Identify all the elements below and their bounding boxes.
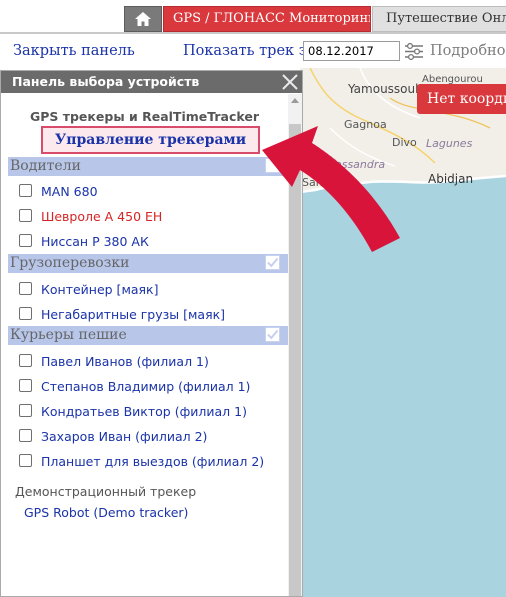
device-selection-panel: Панель выбора устройств GPS трекеры и Re… [0,70,303,597]
device-item[interactable]: MAN 680 [19,183,98,203]
category-couriers[interactable]: Курьеры пешие [8,326,288,345]
manage-trackers-button[interactable]: Управление трекерами [41,126,260,154]
device-label[interactable]: Ниссан Р 380 АК [41,234,149,249]
category-label: Водители [10,158,81,174]
device-checkbox[interactable] [19,209,32,222]
tab-gps-monitoring[interactable]: GPS / ГЛОНАСС Мониторинг [163,6,371,32]
device-checkbox[interactable] [19,354,32,367]
top-navigation: GPS / ГЛОНАСС Мониторинг Путешествие Онл… [0,0,506,34]
device-item[interactable]: Степанов Владимир (филиал 1) [19,378,250,398]
show-track-label: Показать трек за [183,43,316,59]
tab-travel-online[interactable]: Путешествие Онлай [372,6,506,32]
device-item[interactable]: Контейнер [маяк] [19,281,158,301]
checkbox-checked-icon[interactable] [265,255,280,270]
map-label-abidjan: Abidjan [428,172,474,186]
device-label[interactable]: Контейнер [маяк] [41,282,158,297]
device-label[interactable]: Захаров Иван (филиал 2) [41,429,207,444]
category-label: Грузоперевозки [10,255,130,271]
track-date-input[interactable] [303,41,400,61]
checkbox-checked-icon[interactable] [265,327,280,342]
device-checkbox[interactable] [19,404,32,417]
device-item[interactable]: Шевроле А 450 ЕН [19,208,162,228]
scroll-thumb[interactable] [289,124,301,596]
map-label-lagunes: Lagunes [426,137,473,150]
scroll-up-arrow-icon[interactable] [288,94,302,108]
checkbox-checked-icon[interactable] [265,158,280,173]
demo-tracker-link[interactable]: GPS Robot (Demo tracker) [24,505,188,520]
details-link[interactable]: Подробно [430,43,505,59]
group-title: GPS трекеры и RealTimeTracker [29,109,260,124]
device-item[interactable]: Павел Иванов (филиал 1) [19,353,209,373]
map-label-gagnoa: Gagnoa [344,118,387,131]
panel-header: Панель выбора устройств [1,71,302,93]
device-label[interactable]: Степанов Владимир (филиал 1) [41,379,250,394]
category-drivers[interactable]: Водители [8,157,288,176]
home-icon [135,12,151,26]
nav-divider [0,32,506,34]
map-label-divo: Divo [392,136,417,149]
device-label[interactable]: Кондратьев Виктор (филиал 1) [41,404,247,419]
category-label: Курьеры пешие [10,327,127,343]
panel-title: Панель выбора устройств [12,74,200,89]
map-label-bas-sassandra: Bas-Sassandra [304,158,386,171]
device-label[interactable]: MAN 680 [41,184,98,199]
device-item[interactable]: Планшет для выездов (филиал 2) [19,453,264,473]
device-checkbox[interactable] [19,282,32,295]
device-item[interactable]: Ниссан Р 380 АК [19,233,149,253]
device-label[interactable]: Павел Иванов (филиал 1) [41,354,209,369]
close-icon[interactable] [280,72,300,92]
device-label[interactable]: Шевроле А 450 ЕН [41,209,162,224]
device-checkbox[interactable] [19,184,32,197]
map-label-san-pedro: San-Pédro [302,176,358,189]
map-view[interactable]: Yamoussoukro Abengourou Gagnoa Divo Lagu… [300,68,506,597]
panel-scrollbar[interactable] [288,94,302,596]
device-item[interactable]: Негабаритные грузы [маяк] [19,306,225,326]
no-coordinates-banner: Нет координ [417,84,506,114]
device-checkbox[interactable] [19,379,32,392]
settings-sliders-icon[interactable] [404,43,424,60]
device-label[interactable]: Планшет для выездов (филиал 2) [41,454,264,469]
device-item[interactable]: Кондратьев Виктор (филиал 1) [19,403,247,423]
device-checkbox[interactable] [19,454,32,467]
device-item[interactable]: Захаров Иван (филиал 2) [19,428,207,448]
home-button[interactable] [124,6,162,32]
device-checkbox[interactable] [19,234,32,247]
demo-tracker-title: Демонстрационный трекер [15,484,197,499]
close-panel-link[interactable]: Закрыть панель [13,43,135,59]
device-checkbox[interactable] [19,429,32,442]
category-freight[interactable]: Грузоперевозки [8,254,288,273]
device-checkbox[interactable] [19,307,32,320]
toolbar: Закрыть панель Показать трек за Подробно [0,38,506,66]
device-label[interactable]: Негабаритные грузы [маяк] [41,307,225,322]
